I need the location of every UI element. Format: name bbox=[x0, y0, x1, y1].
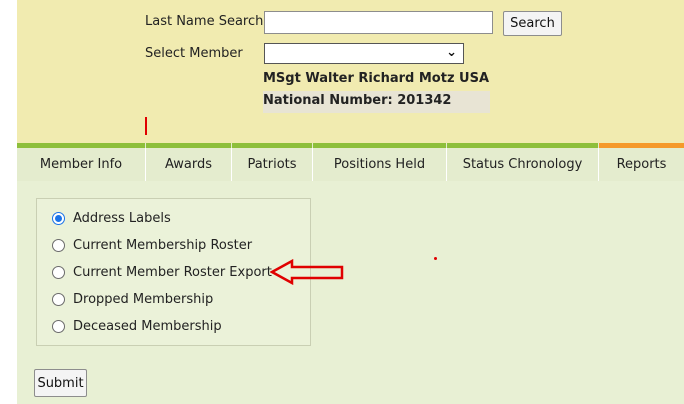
report-option-dropped-membership[interactable]: Dropped Membership bbox=[52, 290, 213, 308]
annotation-arrow-icon bbox=[270, 259, 344, 285]
tab-label: Patriots bbox=[247, 157, 297, 172]
national-number: National Number: 201342 bbox=[263, 93, 452, 108]
tab-awards[interactable]: Awards bbox=[146, 143, 231, 181]
radio-button[interactable] bbox=[52, 265, 65, 279]
search-button[interactable]: Search bbox=[503, 11, 562, 36]
member-name: MSgt Walter Richard Motz USA bbox=[263, 71, 490, 86]
tab-member-info[interactable]: Member Info bbox=[17, 143, 145, 181]
report-option-address-labels[interactable]: Address Labels bbox=[52, 209, 171, 227]
tab-label: Status Chronology bbox=[462, 157, 583, 172]
report-option-deceased-membership[interactable]: Deceased Membership bbox=[52, 317, 222, 335]
radio-button-selected[interactable] bbox=[52, 211, 65, 225]
radio-button[interactable] bbox=[52, 292, 65, 306]
tab-patriots[interactable]: Patriots bbox=[232, 143, 312, 181]
chevron-down-icon: ⌄ bbox=[446, 45, 457, 60]
report-option-current-membership-roster[interactable]: Current Membership Roster bbox=[52, 236, 252, 254]
last-name-search-input[interactable] bbox=[264, 11, 493, 34]
report-option-label: Current Member Roster Export bbox=[73, 264, 272, 280]
tab-label: Reports bbox=[616, 157, 667, 172]
tab-bar: Member Info Awards Patriots Positions He… bbox=[17, 143, 684, 181]
report-option-label: Deceased Membership bbox=[73, 318, 222, 334]
select-member-dropdown[interactable]: ⌄ bbox=[264, 43, 464, 64]
radio-button[interactable] bbox=[52, 238, 65, 252]
report-option-label: Current Membership Roster bbox=[73, 237, 253, 253]
select-member-label: Select Member bbox=[145, 46, 243, 61]
annotation-red-dot bbox=[434, 257, 437, 260]
page: Last Name Search Search Select Member ⌄ … bbox=[0, 0, 684, 404]
radio-button[interactable] bbox=[52, 319, 65, 333]
tab-label: Awards bbox=[164, 157, 213, 172]
report-option-label: Dropped Membership bbox=[73, 291, 214, 307]
submit-button[interactable]: Submit bbox=[34, 369, 87, 397]
tab-positions-held[interactable]: Positions Held bbox=[313, 143, 446, 181]
tab-label: Positions Held bbox=[333, 157, 426, 172]
last-name-search-label: Last Name Search bbox=[145, 14, 264, 29]
annotation-red-mark bbox=[145, 117, 147, 135]
tab-label: Member Info bbox=[39, 157, 123, 172]
report-option-label: Address Labels bbox=[73, 210, 171, 226]
tab-reports[interactable]: Reports bbox=[599, 143, 684, 181]
tab-status-chronology[interactable]: Status Chronology bbox=[447, 143, 598, 181]
report-option-current-member-roster-export[interactable]: Current Member Roster Export bbox=[52, 263, 272, 281]
